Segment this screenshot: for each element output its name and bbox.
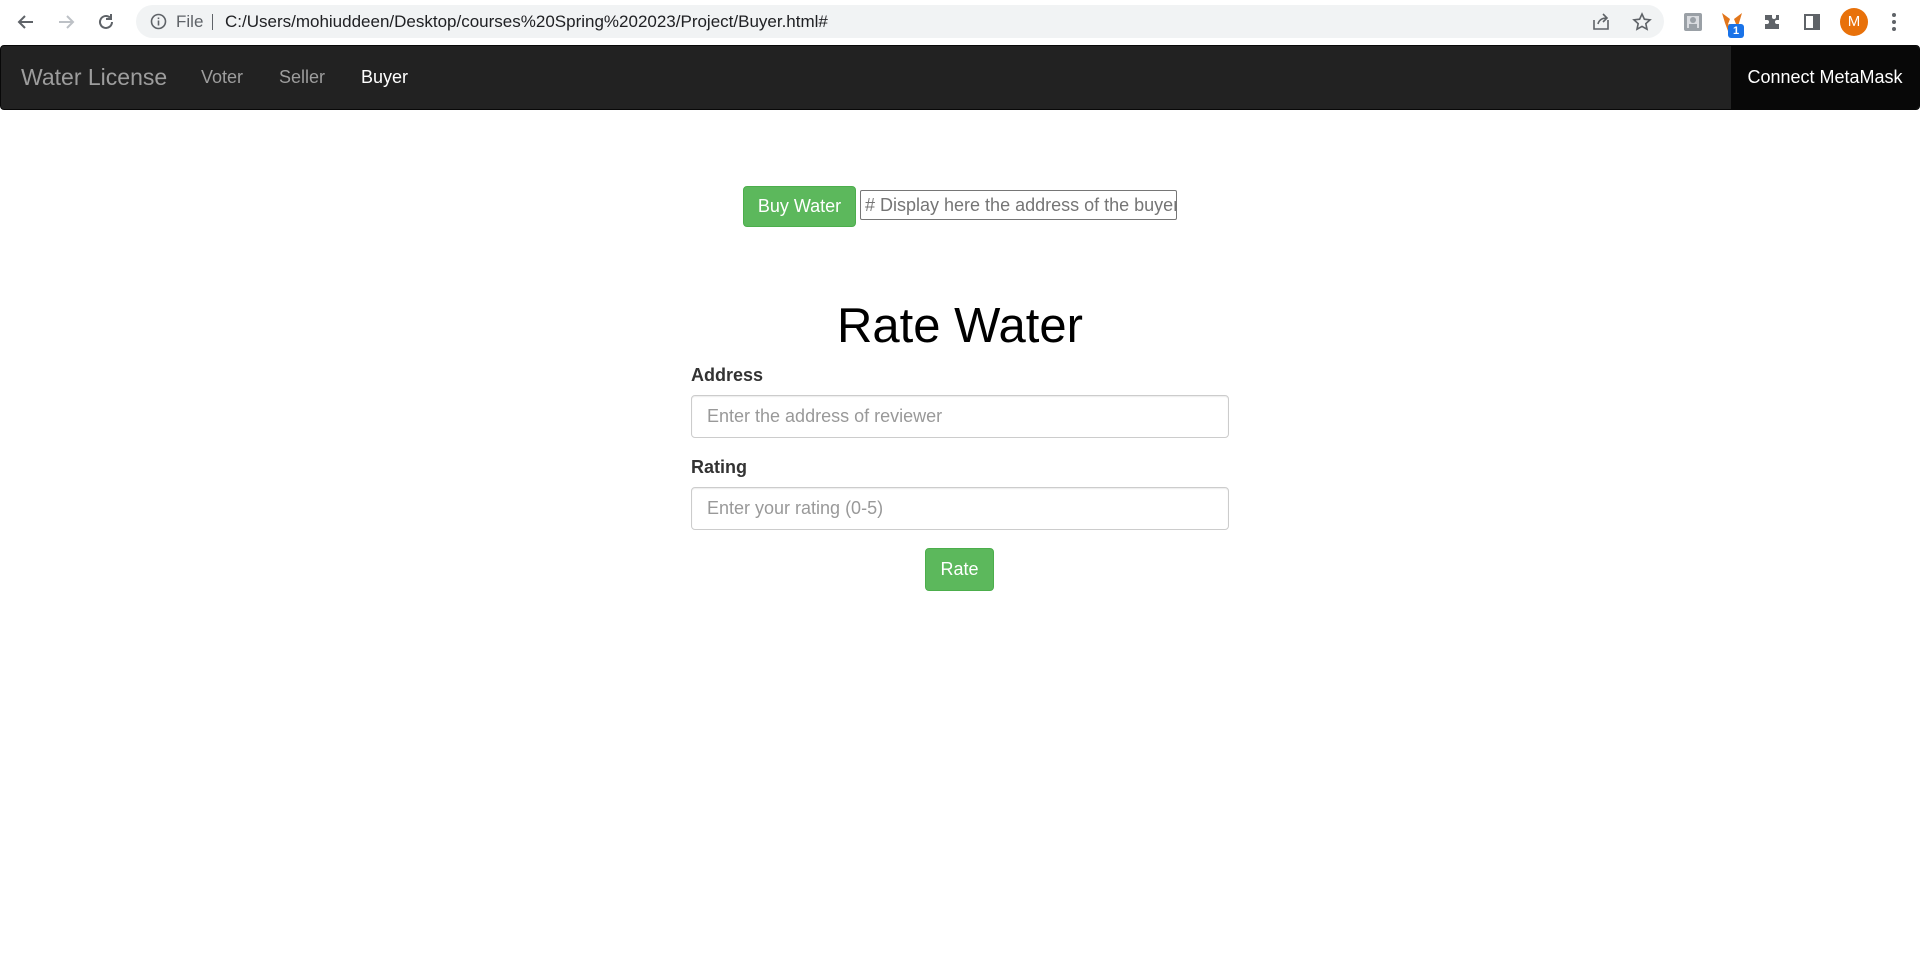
profile-avatar[interactable]: M — [1840, 8, 1868, 36]
rate-button[interactable]: Rate — [925, 548, 994, 591]
reviewer-address-input[interactable]: Enter the address of reviewer — [691, 395, 1229, 438]
browser-menu-icon[interactable] — [1882, 10, 1906, 34]
extension-icon[interactable] — [1680, 9, 1706, 35]
omnibox-separator — [212, 14, 213, 30]
file-scheme-label: File — [176, 12, 204, 31]
extensions-puzzle-icon[interactable] — [1759, 9, 1785, 35]
rating-input[interactable]: Enter your rating (0-5) — [691, 487, 1229, 530]
rate-water-heading: Rate Water — [837, 299, 1083, 353]
extension-badge: 1 — [1728, 24, 1744, 38]
nav-link-buyer[interactable]: Buyer — [361, 46, 408, 109]
reload-icon[interactable] — [92, 8, 120, 36]
site-navbar: Water License Voter Seller Buyer Connect… — [0, 45, 1920, 110]
address-bar[interactable]: File C:/Users/mohiuddeen/Desktop/courses… — [136, 5, 1664, 38]
browser-toolbar: File C:/Users/mohiuddeen/Desktop/courses… — [0, 0, 1920, 44]
back-arrow-icon[interactable] — [12, 8, 40, 36]
side-panel-icon[interactable] — [1799, 9, 1825, 35]
share-icon[interactable] — [1591, 12, 1611, 32]
url-text[interactable]: C:/Users/mohiuddeen/Desktop/courses%20Sp… — [225, 5, 828, 38]
buyer-address-field[interactable]: # Display here the address of the buyer — [860, 190, 1177, 220]
brand-link[interactable]: Water License — [21, 46, 167, 109]
info-icon[interactable] — [150, 13, 167, 30]
connect-metamask-button[interactable]: Connect MetaMask — [1731, 46, 1919, 109]
rating-label: Rating — [691, 457, 747, 477]
forward-arrow-icon[interactable] — [52, 8, 80, 36]
nav-link-seller[interactable]: Seller — [279, 46, 325, 109]
nav-link-voter[interactable]: Voter — [201, 46, 243, 109]
bookmark-star-icon[interactable] — [1632, 12, 1652, 32]
buy-water-button[interactable]: Buy Water — [743, 186, 856, 227]
address-label: Address — [691, 365, 764, 385]
